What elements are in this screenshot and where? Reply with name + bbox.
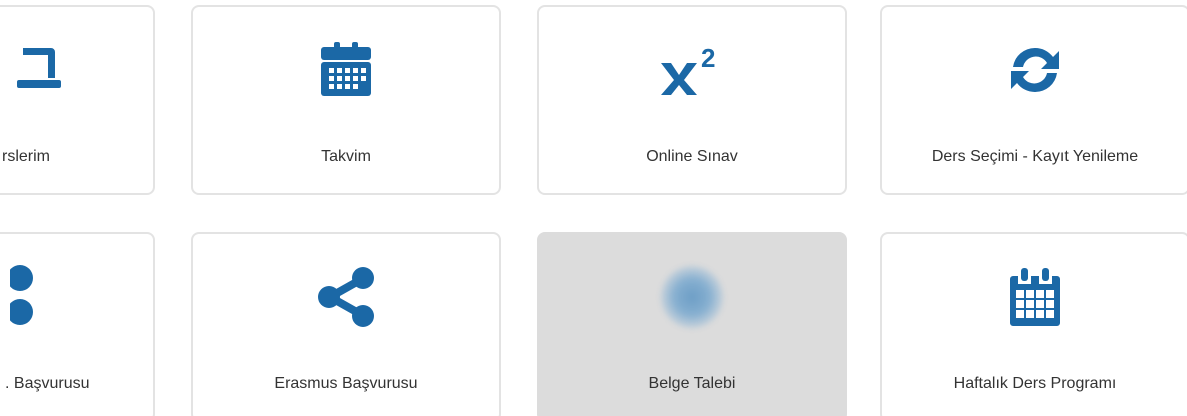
tile-basvurusu[interactable]: . Başvurusu <box>0 232 155 416</box>
dashboard-tile-grid: rslerim Takvim 2 Online Sınav Ders Seçim… <box>0 0 1187 416</box>
blurred-icon <box>539 262 845 332</box>
svg-text:2: 2 <box>701 45 715 73</box>
share-icon <box>0 262 153 332</box>
tile-takvim[interactable]: Takvim <box>191 5 501 195</box>
tile-label: Haftalık Ders Programı <box>953 375 1117 392</box>
tile-label: Takvim <box>321 148 371 165</box>
tile-label: Online Sınav <box>646 148 738 165</box>
tile-label: Erasmus Başvurusu <box>274 375 418 392</box>
laptop-icon <box>0 35 153 105</box>
share-icon <box>193 262 499 332</box>
tile-label: Ders Seçimi - Kayıt Yenileme <box>931 148 1139 165</box>
tile-belge-talebi[interactable]: Belge Talebi <box>537 232 847 416</box>
tile-label: . Başvurusu <box>5 375 90 392</box>
tile-derslerim[interactable]: rslerim <box>0 5 155 195</box>
refresh-icon <box>882 35 1187 105</box>
calendar-icon <box>193 35 499 105</box>
weekly-calendar-icon <box>882 262 1187 332</box>
tile-haftalik-ders-programi[interactable]: Haftalık Ders Programı <box>880 232 1187 416</box>
tile-online-sinav[interactable]: 2 Online Sınav <box>537 5 847 195</box>
tile-label: Belge Talebi <box>648 375 736 392</box>
tile-ders-secimi[interactable]: Ders Seçimi - Kayıt Yenileme <box>880 5 1187 195</box>
superscript-icon: 2 <box>539 35 845 105</box>
tile-label: rslerim <box>2 148 50 165</box>
tile-erasmus-basvurusu[interactable]: Erasmus Başvurusu <box>191 232 501 416</box>
